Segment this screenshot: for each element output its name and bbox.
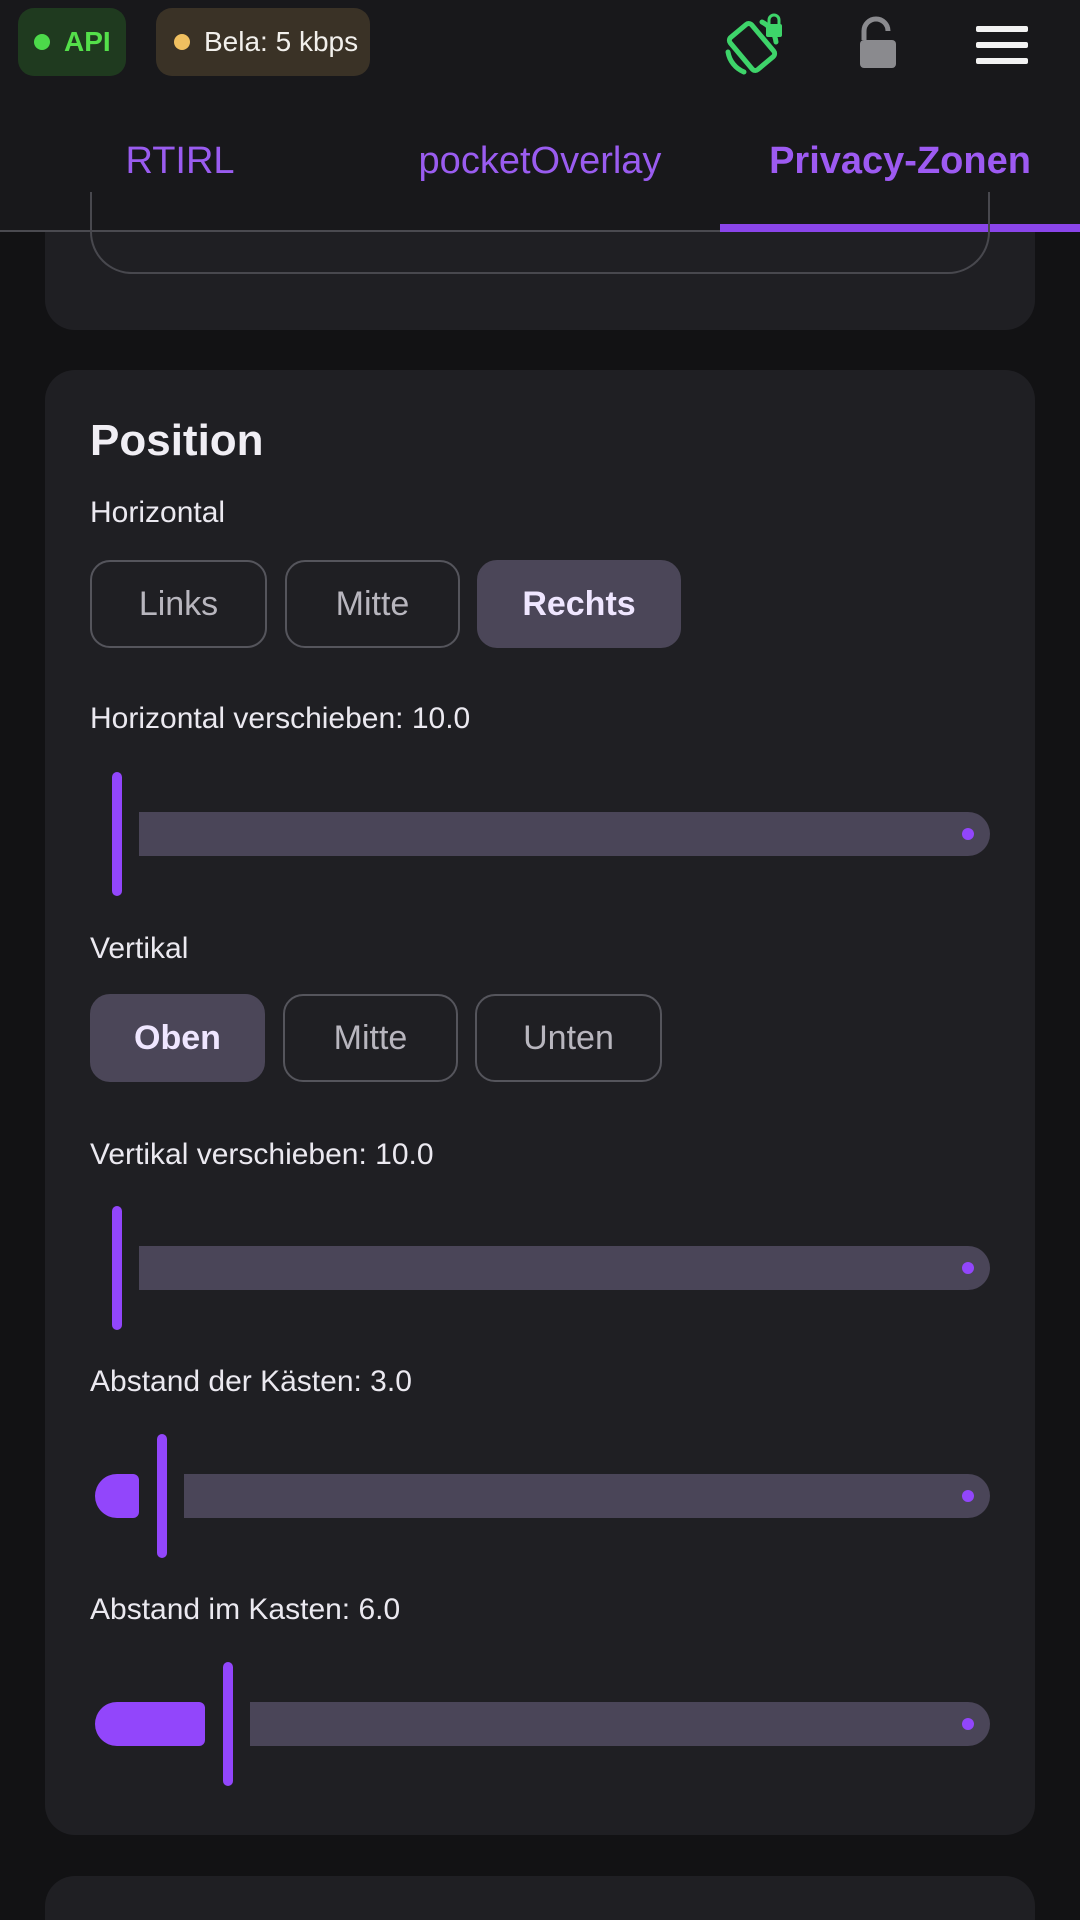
vertical-option-top[interactable]: Oben bbox=[90, 994, 265, 1082]
slider-track[interactable] bbox=[250, 1702, 990, 1746]
position-title: Position bbox=[90, 416, 264, 465]
slider-end-dot bbox=[962, 1490, 974, 1502]
slider-end-dot bbox=[962, 828, 974, 840]
slider-thumb[interactable] bbox=[112, 772, 122, 896]
top-bar: API Bela: 5 kbps bbox=[0, 0, 1080, 90]
box-gap-label: Abstand der Kästen: 3.0 bbox=[90, 1365, 412, 1398]
previous-settings-card bbox=[45, 192, 1035, 330]
vertical-option-bottom[interactable]: Unten bbox=[475, 994, 662, 1082]
api-status-label: API bbox=[64, 26, 111, 57]
screen-rotation-lock-icon[interactable] bbox=[720, 10, 790, 80]
horizontal-option-center[interactable]: Mitte bbox=[285, 560, 460, 648]
slider-active-track bbox=[95, 1702, 205, 1746]
next-settings-card bbox=[45, 1876, 1035, 1920]
api-status-badge[interactable]: API bbox=[18, 8, 126, 76]
vertical-shift-label: Vertikal verschieben: 10.0 bbox=[90, 1138, 434, 1171]
slider-end-dot bbox=[962, 1718, 974, 1730]
slider-active-track bbox=[95, 1474, 139, 1518]
slider-thumb[interactable] bbox=[112, 1206, 122, 1330]
unlocked-padlock-icon[interactable] bbox=[842, 10, 912, 80]
horizontal-option-left[interactable]: Links bbox=[90, 560, 267, 648]
slider-end-dot bbox=[962, 1262, 974, 1274]
hamburger-menu-icon[interactable] bbox=[966, 10, 1036, 80]
slider-track[interactable] bbox=[184, 1474, 990, 1518]
bela-status-label: Bela: 5 kbps bbox=[204, 26, 359, 57]
api-status-dot bbox=[34, 34, 50, 50]
slider-thumb[interactable] bbox=[157, 1434, 167, 1558]
horizontal-option-right[interactable]: Rechts bbox=[477, 560, 681, 648]
box-gap-slider[interactable] bbox=[90, 1434, 990, 1558]
vertical-option-center[interactable]: Mitte bbox=[283, 994, 458, 1082]
slider-track[interactable] bbox=[139, 1246, 990, 1290]
horizontal-label: Horizontal bbox=[90, 496, 226, 529]
inner-gap-label: Abstand im Kasten: 6.0 bbox=[90, 1593, 401, 1626]
slider-thumb[interactable] bbox=[223, 1662, 233, 1786]
previous-card-input-outline bbox=[90, 192, 990, 274]
horizontal-shift-slider[interactable] bbox=[90, 772, 990, 896]
position-card: Position Horizontal Links Mitte Rechts H… bbox=[45, 370, 1035, 1835]
bela-status-badge[interactable]: Bela: 5 kbps bbox=[156, 8, 370, 76]
bela-status-dot bbox=[174, 34, 190, 50]
vertical-shift-slider[interactable] bbox=[90, 1206, 990, 1330]
slider-track[interactable] bbox=[139, 812, 990, 856]
horizontal-shift-label: Horizontal verschieben: 10.0 bbox=[90, 702, 471, 735]
inner-gap-slider[interactable] bbox=[90, 1662, 990, 1786]
vertical-label: Vertikal bbox=[90, 932, 189, 965]
